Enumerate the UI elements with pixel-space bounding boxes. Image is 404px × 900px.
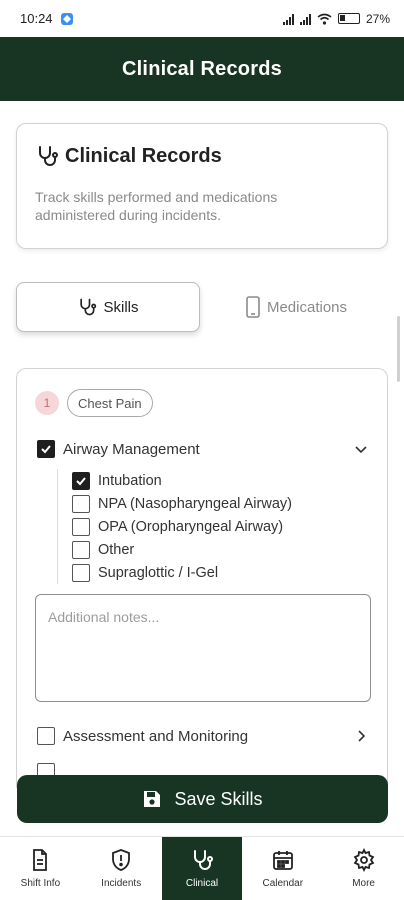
incident-tag: Chest Pain [67, 389, 153, 417]
nav-label: More [352, 878, 375, 889]
skill-checkbox[interactable] [72, 494, 90, 513]
header-title: Clinical Records [122, 57, 282, 80]
stethoscope-icon [39, 146, 58, 166]
skill-checkbox[interactable] [72, 517, 90, 536]
tab-medications-label: Medications [266, 298, 348, 316]
nav-label: Clinical [185, 878, 219, 889]
status-time: 10:24 [20, 11, 53, 26]
skill-label: Supraglottic / I-Gel [98, 564, 219, 581]
app-header: Clinical Records [0, 37, 404, 101]
skill-label: Intubation [98, 472, 162, 489]
wifi-icon [317, 13, 332, 25]
document-icon [33, 849, 48, 871]
skill-item-supraglottic[interactable]: Supraglottic / I-Gel [72, 561, 292, 584]
info-card: Clinical Records Track skills performed … [16, 123, 388, 249]
incident-number-badge: 1 [35, 391, 59, 415]
shield-alert-icon [112, 849, 131, 871]
info-card-title: Clinical Records [65, 144, 222, 167]
nav-calendar[interactable]: Calendar [242, 837, 323, 900]
airway-items-list: Intubation NPA (Nasopharyngeal Airway) O… [57, 469, 292, 584]
chevron-down-icon[interactable] [353, 441, 369, 457]
save-button-label: Save Skills [174, 788, 263, 809]
stethoscope-icon [80, 298, 97, 316]
skill-label: Other [98, 541, 135, 558]
chevron-right-icon[interactable] [353, 728, 369, 744]
skill-checkbox[interactable] [72, 540, 90, 559]
info-card-description: Track skills performed and medications a… [35, 189, 278, 223]
category-label: Airway Management [63, 440, 200, 458]
cellular-signal-2-icon [299, 13, 311, 25]
notification-app-icon [60, 12, 73, 25]
skill-item-opa[interactable]: OPA (Oropharyngeal Airway) [72, 515, 292, 538]
skill-label: OPA (Oropharyngeal Airway) [98, 518, 284, 535]
save-skills-button[interactable]: Save Skills [17, 775, 388, 823]
nav-clinical[interactable]: Clinical [161, 837, 243, 900]
nav-label: Calendar [262, 878, 304, 889]
phone-device-icon [246, 296, 260, 318]
cellular-signal-icon [282, 13, 294, 25]
skill-label: NPA (Nasopharyngeal Airway) [98, 495, 292, 512]
skill-checkbox[interactable] [72, 563, 90, 582]
info-title-row: Clinical Records [35, 144, 369, 168]
category-label: Assessment and Monitoring [63, 727, 249, 745]
category-checkbox[interactable] [37, 440, 55, 458]
skill-item-npa[interactable]: NPA (Nasopharyngeal Airway) [72, 492, 292, 515]
nav-shift-info[interactable]: Shift Info [0, 837, 81, 900]
scrollbar[interactable] [397, 316, 400, 382]
status-bar: 10:24 27% [0, 0, 404, 37]
battery-level: 27% [365, 11, 390, 26]
gear-icon [353, 848, 374, 872]
skills-panel: 1 Chest Pain Airway Management Intubatio… [16, 368, 388, 788]
category-checkbox[interactable] [37, 727, 55, 745]
nav-label: Incidents [101, 878, 142, 889]
category-airway-management[interactable]: Airway Management [37, 440, 369, 458]
incident-row: 1 Chest Pain [35, 389, 153, 417]
nav-label: Shift Info [20, 878, 61, 889]
tab-skills[interactable]: Skills [16, 282, 200, 332]
skill-item-intubation[interactable]: Intubation [72, 469, 292, 492]
bottom-nav: Shift Info Incidents Clinical Calendar M… [0, 836, 404, 900]
save-icon [144, 791, 161, 807]
category-assessment-monitoring[interactable]: Assessment and Monitoring [37, 727, 369, 745]
additional-notes-input[interactable] [35, 594, 371, 702]
checkmark-icon [76, 476, 86, 485]
tab-skills-label: Skills [103, 298, 139, 316]
checkmark-icon [41, 445, 51, 454]
tab-medications[interactable]: Medications [204, 282, 388, 332]
nav-incidents[interactable]: Incidents [81, 837, 162, 900]
nav-more[interactable]: More [323, 837, 404, 900]
calendar-icon [272, 851, 293, 870]
status-indicators: 27% [282, 11, 390, 26]
battery-icon [337, 13, 360, 24]
skill-item-other[interactable]: Other [72, 538, 292, 561]
skill-checkbox[interactable] [72, 471, 90, 490]
stethoscope-icon [193, 850, 213, 870]
